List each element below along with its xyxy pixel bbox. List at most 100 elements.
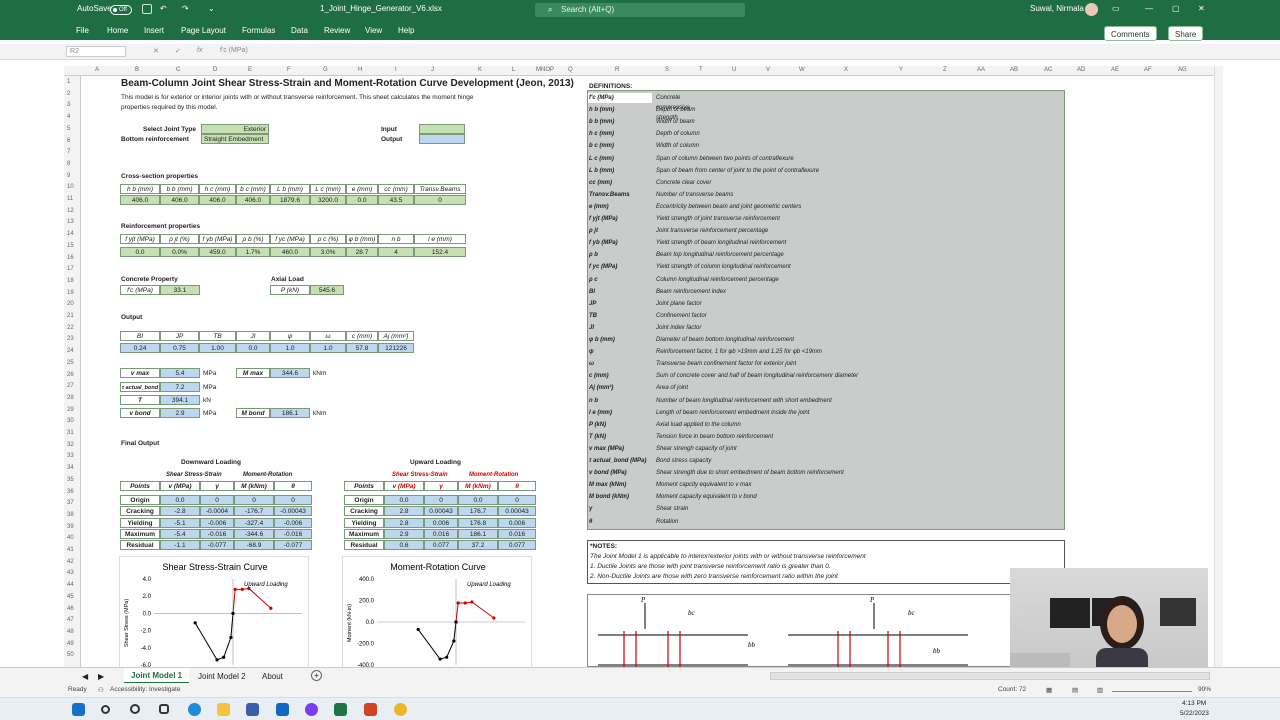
share-button[interactable]: Share	[1168, 26, 1204, 41]
page-layout-icon[interactable]: ▤	[1072, 686, 1078, 694]
row-header[interactable]: 46	[67, 606, 74, 612]
row-header[interactable]: 39	[67, 524, 74, 530]
column-header[interactable]: I	[395, 67, 397, 73]
row-header[interactable]: 19	[67, 290, 74, 296]
excel-icon[interactable]	[334, 703, 347, 716]
column-header[interactable]: K	[478, 67, 482, 73]
name-box[interactable]: R2	[66, 46, 126, 57]
column-header[interactable]: R	[615, 67, 619, 73]
cs-input[interactable]: 0.0	[346, 195, 378, 205]
row-header[interactable]: 37	[67, 500, 74, 506]
row-header[interactable]: 45	[67, 594, 74, 600]
powerpoint-icon[interactable]	[364, 703, 377, 716]
rp-input[interactable]: 459.0	[199, 247, 236, 257]
mail-icon[interactable]	[276, 703, 289, 716]
row-header[interactable]: 3	[67, 102, 70, 108]
tab-joint-model-2[interactable]: Joint Model 2	[198, 672, 246, 681]
minimize-icon[interactable]: —	[1145, 4, 1153, 13]
tab-help[interactable]: Help	[398, 26, 414, 35]
column-header[interactable]: F	[287, 67, 291, 73]
row-header[interactable]: 30	[67, 418, 74, 424]
rp-input[interactable]: 460.0	[270, 247, 310, 257]
save-icon[interactable]	[142, 4, 152, 14]
row-header[interactable]: 2	[67, 91, 70, 97]
tab-nav-next[interactable]: ▶	[98, 672, 104, 681]
enter-icon[interactable]: ✓	[175, 47, 181, 55]
ribbon-options-icon[interactable]: ▭	[1112, 4, 1120, 13]
row-header[interactable]: 21	[67, 313, 74, 319]
row-header[interactable]: 44	[67, 582, 74, 588]
column-header[interactable]: AE	[1111, 67, 1119, 73]
row-header[interactable]: 29	[67, 407, 74, 413]
tab-home[interactable]: Home	[107, 26, 128, 35]
row-header[interactable]: 38	[67, 512, 74, 518]
row-header[interactable]: 17	[67, 266, 74, 272]
row-header[interactable]: 33	[67, 453, 74, 459]
p-input[interactable]: 545.6	[310, 285, 344, 295]
row-header[interactable]: 11	[67, 196, 73, 202]
row-header[interactable]: 26	[67, 372, 74, 378]
undo-icon[interactable]: ↶	[160, 4, 167, 13]
rp-input[interactable]: 4	[378, 247, 414, 257]
row-header[interactable]: 36	[67, 489, 74, 495]
column-header[interactable]: H	[358, 67, 362, 73]
row-header[interactable]: 15	[67, 243, 74, 249]
tab-about[interactable]: About	[262, 672, 283, 681]
row-header[interactable]: 16	[67, 255, 74, 261]
row-header[interactable]: 22	[67, 325, 74, 331]
column-header[interactable]: C	[176, 67, 180, 73]
column-header[interactable]: S	[665, 67, 669, 73]
row-header[interactable]: 50	[67, 652, 74, 658]
cs-input[interactable]: 43.5	[378, 195, 414, 205]
tab-joint-model-1[interactable]: Joint Model 1	[124, 668, 190, 684]
row-header[interactable]: 49	[67, 641, 74, 647]
tab-data[interactable]: Data	[291, 26, 308, 35]
row-header[interactable]: 6	[67, 138, 70, 144]
column-header[interactable]: V	[766, 67, 770, 73]
horizontal-scrollbar[interactable]	[770, 672, 1210, 680]
bottom-reinf-dropdown[interactable]: Straight Embedment	[201, 134, 269, 144]
column-header[interactable]: MNOP	[536, 67, 554, 73]
column-header[interactable]: T	[699, 67, 703, 73]
row-header[interactable]: 12	[67, 208, 74, 214]
rp-input[interactable]: 28.7	[346, 247, 378, 257]
column-header[interactable]: AD	[1077, 67, 1085, 73]
row-header[interactable]: 34	[67, 465, 74, 471]
row-header[interactable]: 4	[67, 114, 70, 120]
avatar[interactable]	[1085, 3, 1098, 16]
fc-input[interactable]: 33.1	[160, 285, 200, 295]
store-icon[interactable]	[246, 703, 259, 716]
column-header[interactable]: Y	[899, 67, 903, 73]
normal-view-icon[interactable]: ▦	[1046, 686, 1052, 694]
row-header[interactable]: 20	[67, 301, 74, 307]
search-input[interactable]: Search (Alt+Q)	[535, 3, 745, 17]
clock-date[interactable]: 5/22/2023	[1180, 710, 1209, 717]
shear-stress-strain-chart[interactable]: Shear Stress-Strain Curve Shear Stress (M…	[119, 556, 309, 667]
tab-file[interactable]: File	[76, 26, 89, 35]
row-header[interactable]: 24	[67, 348, 74, 354]
row-header[interactable]: 31	[67, 430, 74, 436]
rp-input[interactable]: 0.0%	[160, 247, 199, 257]
tab-nav-prev[interactable]: ◀	[82, 672, 88, 681]
teams-icon[interactable]	[305, 703, 318, 716]
row-header[interactable]: 27	[67, 383, 74, 389]
file-explorer-icon[interactable]	[217, 703, 230, 716]
autosave-toggle[interactable]: Off	[110, 5, 132, 15]
cortana-icon[interactable]	[130, 704, 140, 714]
accessibility-icon[interactable]: ⚇	[98, 686, 104, 694]
comments-button[interactable]: Comments	[1104, 26, 1157, 41]
column-header[interactable]: X	[844, 67, 848, 73]
rp-input[interactable]: 152.4	[414, 247, 466, 257]
column-header[interactable]: A	[95, 67, 99, 73]
cs-input[interactable]: 3200.0	[310, 195, 346, 205]
column-header[interactable]: AC	[1044, 67, 1052, 73]
formula-input[interactable]: f'c (MPa)	[220, 47, 248, 54]
row-header[interactable]: 8	[67, 161, 70, 167]
row-header[interactable]: 1	[67, 79, 70, 85]
row-header[interactable]: 18	[67, 278, 74, 284]
row-header[interactable]: 23	[67, 336, 74, 342]
rp-input[interactable]: 1.7%	[236, 247, 270, 257]
tab-formulas[interactable]: Formulas	[242, 26, 275, 35]
search-taskbar-icon[interactable]	[101, 705, 110, 714]
row-header[interactable]: 14	[67, 231, 74, 237]
